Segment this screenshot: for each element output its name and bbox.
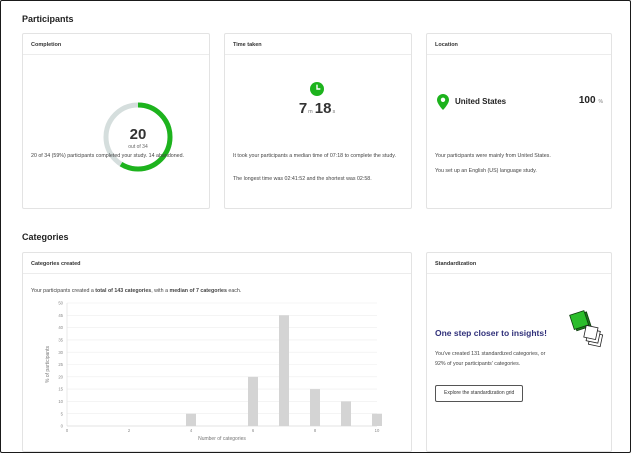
y-tick-label: 30 xyxy=(58,350,63,355)
y-tick-label: 25 xyxy=(58,362,63,367)
x-tick-label: 10 xyxy=(375,428,380,433)
location-percent-unit: % xyxy=(598,99,603,105)
categories-bar-chart: 0 5 10 15 20 25 30 35 40 45 50 0 2 4 6 8 10 Number of c… xyxy=(45,301,382,442)
y-tick-label: 35 xyxy=(58,338,63,343)
y-tick-label: 15 xyxy=(58,387,63,392)
chart-x-axis-label: Number of categories xyxy=(198,436,246,442)
bar xyxy=(279,315,289,426)
chart-bars xyxy=(186,315,382,426)
location-card: Location United States 100% Your partici… xyxy=(426,33,612,209)
location-percent: 100% xyxy=(579,95,603,106)
x-tick-label: 4 xyxy=(190,428,193,433)
location-mainly-text: Your participants were mainly from Unite… xyxy=(435,153,551,159)
location-title: Location xyxy=(435,42,458,48)
bar xyxy=(186,413,196,426)
bar xyxy=(341,401,351,426)
clock-icon xyxy=(310,82,324,96)
chart-y-ticks: 0 5 10 15 20 25 30 35 40 45 50 xyxy=(58,301,63,429)
standardization-headline: One step closer to insights! xyxy=(435,328,547,338)
card-divider xyxy=(23,54,209,55)
bar xyxy=(310,389,320,426)
standardization-text-1: You've created 131 standardized categori… xyxy=(435,351,546,357)
y-tick-label: 0 xyxy=(61,424,64,429)
categories-created-card: Categories created Your participants cre… xyxy=(22,252,412,452)
time-value: 7m 18s xyxy=(225,100,411,118)
time-range-text: The longest time was 02:41:52 and the sh… xyxy=(233,176,372,182)
completion-donut: 20 out of 34 xyxy=(101,100,175,174)
participants-heading: Participants xyxy=(22,14,74,24)
y-tick-label: 40 xyxy=(58,325,63,330)
time-seconds-unit: s xyxy=(332,109,336,115)
location-pin-icon xyxy=(437,94,449,110)
y-tick-label: 10 xyxy=(58,399,63,404)
y-tick-label: 5 xyxy=(61,411,64,416)
time-taken-card: Time taken 7m 18s It took your participan… xyxy=(224,33,412,209)
x-tick-label: 6 xyxy=(252,428,255,433)
completion-title: Completion xyxy=(31,42,62,48)
chart-x-ticks: 0 2 4 6 8 10 xyxy=(66,428,380,433)
completion-card: Completion 20 out of 34 20 of 34 (59%) p… xyxy=(22,33,210,209)
categories-heading: Categories xyxy=(22,232,69,242)
time-minutes: 7 xyxy=(298,100,308,117)
completion-out-of: out of 34 xyxy=(128,144,148,150)
y-tick-label: 45 xyxy=(58,313,63,318)
location-percent-value: 100 xyxy=(578,95,596,106)
card-divider xyxy=(225,54,411,55)
chart-grid xyxy=(66,302,377,427)
card-divider xyxy=(427,54,611,55)
card-divider xyxy=(427,273,611,274)
completion-description: 20 of 34 (59%) participants completed yo… xyxy=(31,153,185,159)
y-tick-label: 50 xyxy=(58,301,63,306)
location-language-text: You set up an English (US) language stud… xyxy=(435,168,537,174)
explore-standardization-button[interactable]: Explore the standardization grid xyxy=(435,385,524,402)
standardization-title: Standardization xyxy=(435,261,477,267)
time-taken-title: Time taken xyxy=(233,42,262,48)
time-median-text: It took your participants a median time … xyxy=(233,153,397,159)
chart-y-axis-label: % of participants xyxy=(45,346,51,383)
time-seconds: 18 xyxy=(314,100,332,117)
location-country: United States xyxy=(455,97,507,106)
x-tick-label: 2 xyxy=(128,428,131,433)
bar xyxy=(248,376,258,426)
time-minutes-unit: m xyxy=(308,109,313,115)
standardization-text-2: 92% of your participants' categories. xyxy=(435,361,521,367)
y-tick-label: 20 xyxy=(58,374,63,379)
bar xyxy=(372,413,382,426)
standardization-card: Standardization One step closer to insig… xyxy=(426,252,612,452)
x-tick-label: 8 xyxy=(314,428,317,433)
x-tick-label: 0 xyxy=(66,428,69,433)
completion-count: 20 xyxy=(129,126,147,143)
stacked-cards-icon xyxy=(569,310,604,348)
